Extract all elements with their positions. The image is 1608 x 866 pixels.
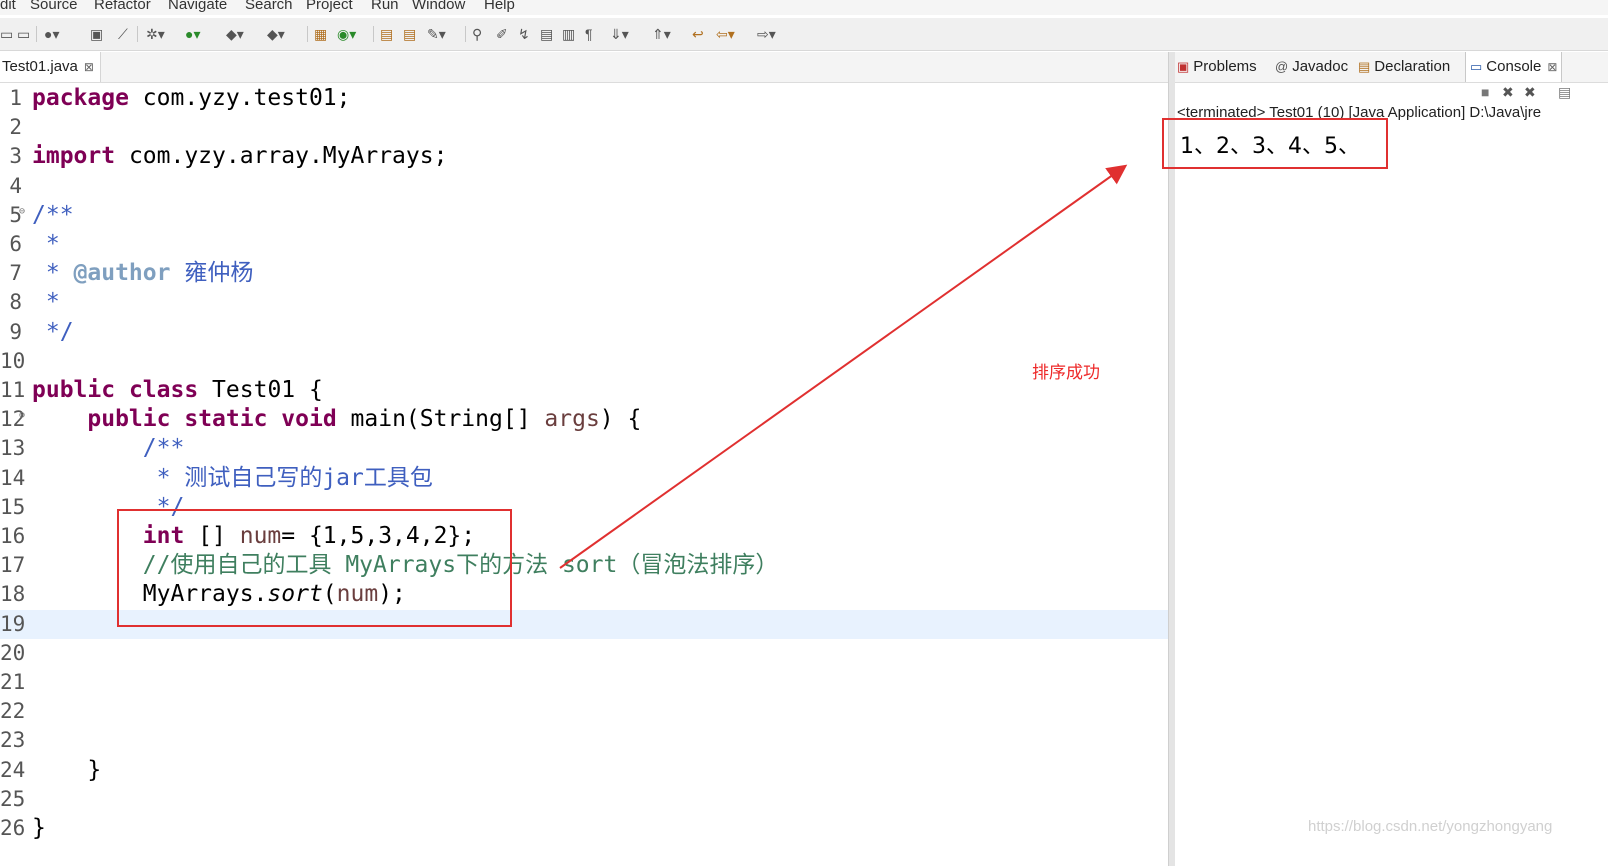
annotation-arrow bbox=[559, 164, 1128, 569]
watermark: https://blog.csdn.net/yongzhongyang bbox=[1308, 818, 1553, 835]
annotation-text: 排序成功 bbox=[1032, 363, 1100, 383]
